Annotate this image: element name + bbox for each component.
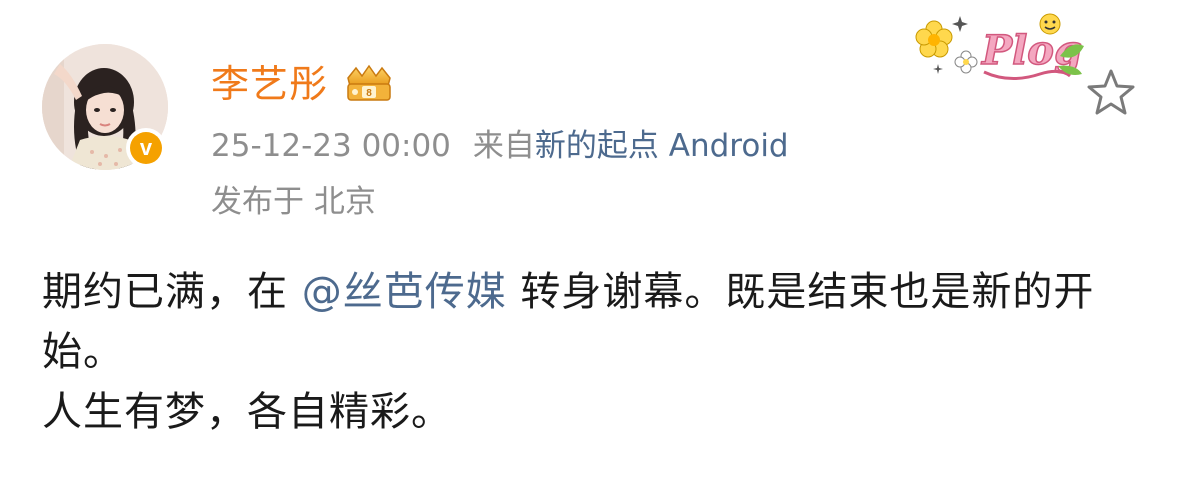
avatar-container[interactable]: v: [42, 44, 168, 170]
verified-badge: v: [126, 128, 166, 168]
svg-text:8: 8: [366, 88, 372, 99]
post-meta: 25-12-23 00:00 来自新的起点 Android: [211, 124, 789, 168]
post-timestamp: 25-12-23 00:00: [211, 128, 451, 164]
username[interactable]: 李艺彤: [211, 65, 328, 103]
mention-link[interactable]: @丝芭传媒: [302, 269, 507, 315]
source-app-link[interactable]: 新的起点 Android: [535, 128, 789, 164]
crown-member-icon[interactable]: 8: [342, 64, 396, 104]
verified-v-icon: v: [130, 132, 162, 164]
weibo-post-card: v 李艺彤 8 25-12-23 00:00 来自新的起点 Android 发布于…: [0, 0, 1179, 487]
content-text-before-mention: 期约已满，在: [42, 269, 302, 315]
source-prefix: 来自: [472, 128, 535, 164]
username-row: 李艺彤 8: [211, 56, 396, 112]
post-location: 发布于 北京: [211, 184, 376, 220]
post-content-line-2: 人生有梦，各自精彩。: [42, 389, 452, 435]
post-content: 期约已满，在 @丝芭传媒 转身谢幕。既是结束也是新的开始。 人生有梦，各自精彩。: [42, 262, 1152, 442]
favorite-star-icon[interactable]: [1084, 66, 1138, 120]
post-content-line-1: 期约已满，在 @丝芭传媒 转身谢幕。既是结束也是新的开始。: [42, 262, 1152, 382]
plog-flower-sticker-icon: Plog: [915, 13, 1084, 80]
